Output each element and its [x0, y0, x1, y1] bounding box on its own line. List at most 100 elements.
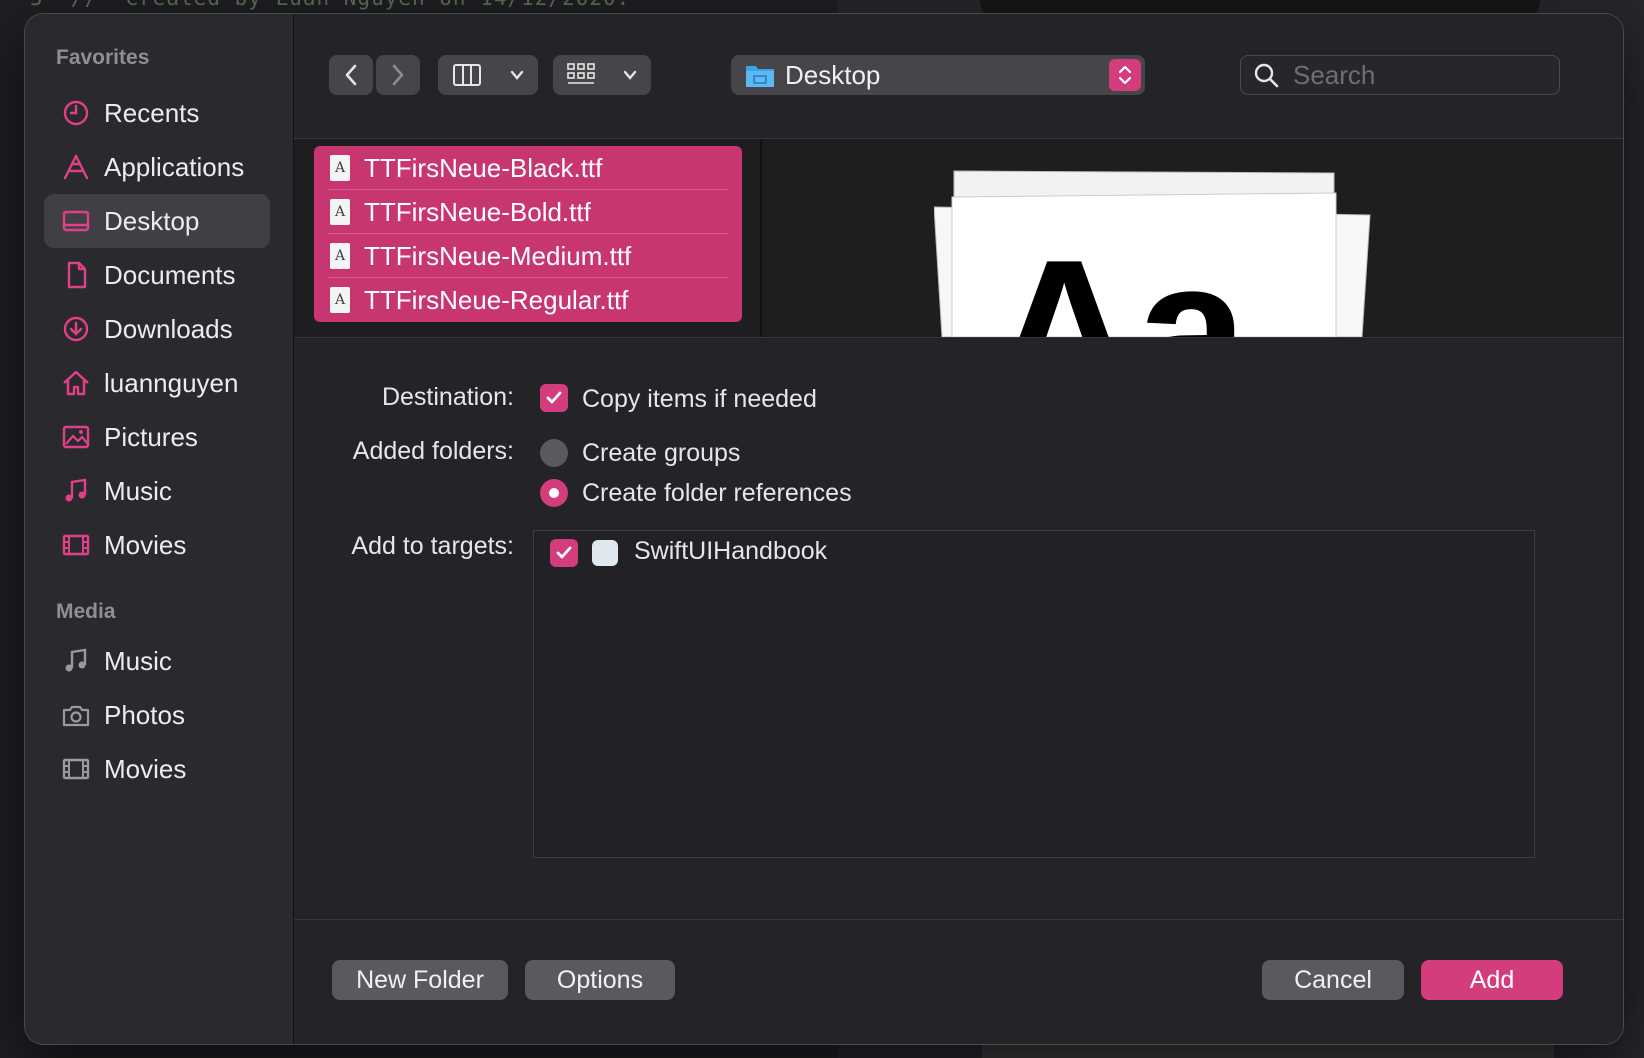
file-name: TTFirsNeue-Regular.ttf: [364, 284, 629, 315]
clock-icon: [60, 97, 92, 129]
music-icon: [60, 645, 92, 677]
editor-bottom-strip: [982, 1044, 1554, 1058]
target-checkbox[interactable]: [550, 539, 578, 567]
sidebar-item-recents[interactable]: Recents: [44, 86, 270, 140]
sidebar-item-label: Desktop: [104, 205, 200, 236]
sidebar-item-applications[interactable]: Applications: [44, 140, 270, 194]
sidebar-item-home[interactable]: luannguyen: [44, 356, 270, 410]
cancel-button[interactable]: Cancel: [1262, 960, 1404, 1000]
file-row[interactable]: A TTFirsNeue-Black.ttf: [314, 146, 742, 190]
sidebar-section-media: Media: [56, 600, 116, 623]
font-file-icon: A: [330, 155, 350, 181]
copy-items-label[interactable]: Copy items if needed: [582, 385, 817, 414]
file-row[interactable]: A TTFirsNeue-Medium.ttf: [314, 234, 742, 278]
sidebar: Favorites Recents Applications Desktop D…: [25, 14, 294, 1044]
document-icon: [60, 259, 92, 291]
file-name: TTFirsNeue-Black.ttf: [364, 152, 603, 183]
sidebar-item-label: Documents: [104, 259, 236, 290]
chevron-down-icon: [623, 70, 637, 80]
sidebar-item-label: Movies: [104, 529, 187, 560]
sidebar-item-label: Movies: [104, 753, 187, 784]
file-preview: Aa: [934, 167, 1394, 337]
font-preview-icon: Aa: [934, 170, 1371, 337]
toolbar: Desktop: [294, 14, 1623, 139]
sidebar-item-music[interactable]: Music: [44, 464, 270, 518]
font-file-icon: A: [330, 287, 350, 313]
new-folder-button[interactable]: New Folder: [332, 960, 508, 1000]
back-button[interactable]: [329, 55, 373, 95]
sidebar-item-label: Pictures: [104, 421, 198, 452]
view-mode-button[interactable]: [438, 55, 538, 95]
pictures-icon: [60, 421, 92, 453]
background-code-line: 5 // Created by Luan Nguyen on 14/12/202…: [30, 0, 630, 10]
grid-icon: [567, 63, 595, 84]
columns-view-icon: [452, 64, 481, 86]
file-browser: A TTFirsNeue-Black.ttf A TTFirsNeue-Bold…: [294, 139, 1623, 338]
sidebar-item-photos[interactable]: Photos: [44, 688, 270, 742]
group-by-button[interactable]: [553, 55, 651, 95]
font-file-icon: A: [330, 243, 350, 269]
create-folder-references-radio[interactable]: [540, 479, 568, 507]
desktop-icon: [60, 205, 92, 237]
create-groups-label[interactable]: Create groups: [582, 439, 740, 468]
checkmark-icon: [546, 391, 562, 404]
music-icon: [60, 475, 92, 507]
camera-icon: [60, 699, 92, 731]
folder-icon: [746, 66, 774, 87]
font-file-icon: A: [330, 199, 350, 225]
chevron-right-icon: [392, 64, 404, 86]
targets-list: SwiftUIHandbook: [533, 530, 1535, 858]
forward-button[interactable]: [376, 55, 420, 95]
download-icon: [60, 313, 92, 345]
search-icon: [1254, 63, 1279, 88]
preview-glyphs: Aa: [992, 219, 1249, 337]
sidebar-item-pictures[interactable]: Pictures: [44, 410, 270, 464]
sidebar-item-downloads[interactable]: Downloads: [44, 302, 270, 356]
search-field[interactable]: [1240, 55, 1560, 95]
open-file-dialog: Favorites Recents Applications Desktop D…: [25, 14, 1623, 1044]
sidebar-item-label: luannguyen: [104, 367, 239, 398]
applications-icon: [60, 151, 92, 183]
column-divider[interactable]: [760, 139, 762, 337]
add-button[interactable]: Add: [1421, 960, 1563, 1000]
chevron-left-icon: [345, 64, 357, 86]
file-name: TTFirsNeue-Bold.ttf: [364, 196, 591, 227]
chevron-down-icon: [510, 70, 523, 80]
sidebar-item-label: Applications: [104, 151, 245, 182]
home-icon: [60, 367, 92, 399]
add-to-targets-label: Add to targets:: [351, 532, 514, 560]
file-row[interactable]: A TTFirsNeue-Regular.ttf: [314, 278, 742, 322]
film-icon: [60, 529, 92, 561]
options-button[interactable]: Options: [525, 960, 675, 1000]
sidebar-item-label: Music: [104, 475, 172, 506]
sidebar-item-documents[interactable]: Documents: [44, 248, 270, 302]
stepper-icon: [1109, 59, 1141, 91]
film-icon: [60, 753, 92, 785]
sidebar-item-media-movies[interactable]: Movies: [44, 742, 270, 796]
sidebar-section-favorites: Favorites: [56, 46, 150, 69]
added-folders-label: Added folders:: [352, 437, 514, 465]
destination-label: Destination:: [381, 383, 514, 411]
sidebar-item-label: Music: [104, 645, 172, 676]
search-input[interactable]: [1291, 58, 1535, 92]
copy-items-checkbox[interactable]: [540, 384, 568, 412]
sidebar-item-label: Photos: [104, 699, 185, 730]
app-target-icon: [592, 540, 618, 566]
add-files-options: Destination: Copy items if needed Added …: [294, 339, 1623, 920]
checkmark-icon: [556, 546, 572, 559]
sidebar-item-label: Downloads: [104, 313, 233, 344]
sidebar-item-label: Recents: [104, 97, 200, 128]
create-folder-references-label[interactable]: Create folder references: [582, 479, 852, 508]
sidebar-item-desktop[interactable]: Desktop: [44, 194, 270, 248]
file-row[interactable]: A TTFirsNeue-Bold.ttf: [314, 190, 742, 234]
create-groups-radio[interactable]: [540, 439, 568, 467]
target-name: SwiftUIHandbook: [634, 537, 828, 565]
file-name: TTFirsNeue-Medium.ttf: [364, 240, 632, 271]
sidebar-item-movies[interactable]: Movies: [44, 518, 270, 572]
location-label: Desktop: [785, 59, 881, 90]
sidebar-item-media-music[interactable]: Music: [44, 634, 270, 688]
location-dropdown[interactable]: Desktop: [731, 55, 1145, 95]
main-panel: Desktop A TTFirsNeue-Black.ttf A TT: [294, 14, 1623, 1044]
dialog-footer: New Folder Options Cancel Add: [294, 920, 1623, 1044]
file-list: A TTFirsNeue-Black.ttf A TTFirsNeue-Bold…: [314, 146, 742, 322]
